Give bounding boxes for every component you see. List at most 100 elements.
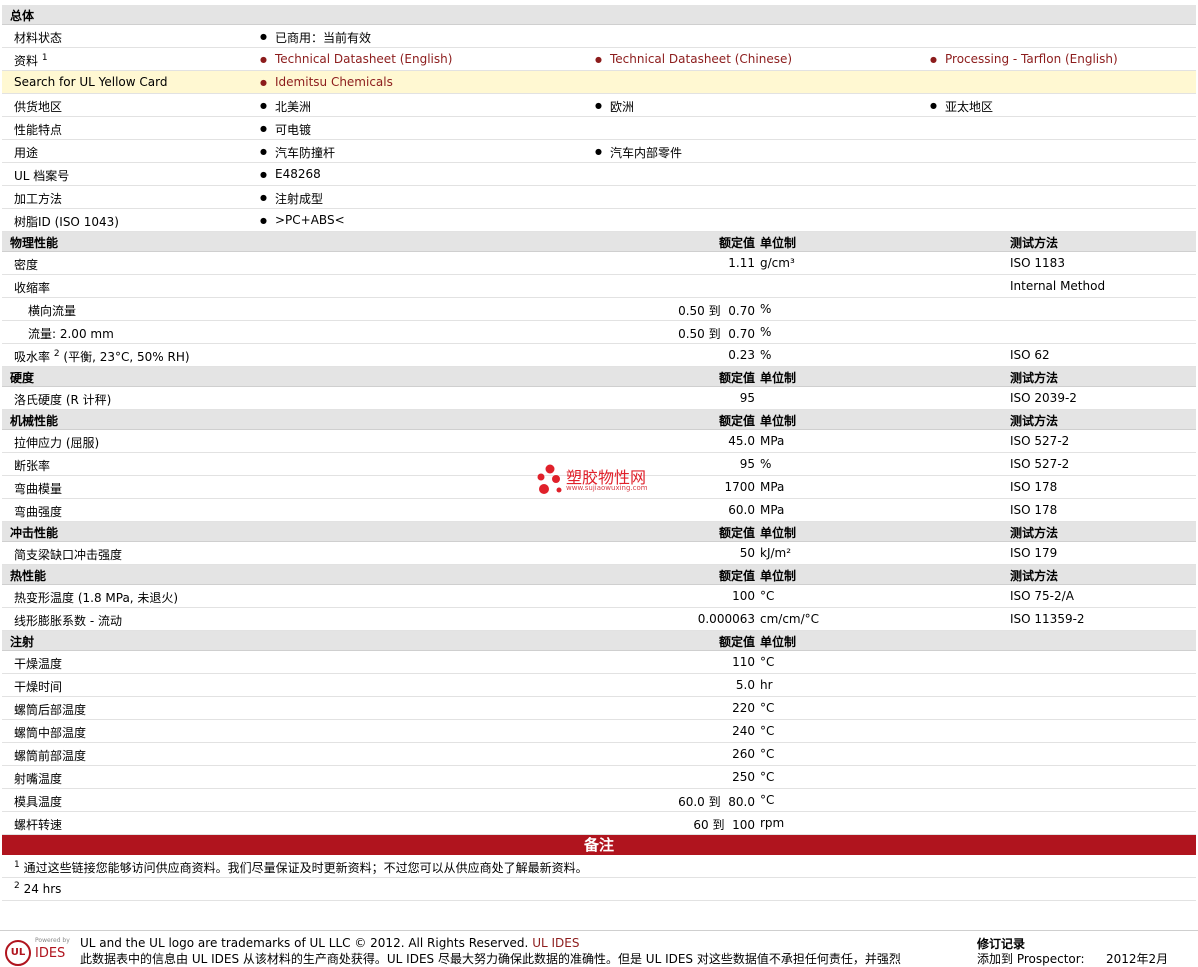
row-method: ISO 527-2 bbox=[1010, 457, 1070, 471]
header-nominal: 额定值 bbox=[718, 635, 755, 649]
section-title: 热性能 bbox=[10, 569, 47, 583]
row-label: 材料状态 bbox=[14, 31, 63, 45]
header-nominal: 额定值 bbox=[718, 414, 755, 428]
row-unit: kJ/m² bbox=[760, 546, 792, 560]
row-unit: cm/cm/°C bbox=[760, 612, 820, 626]
injection-row: 螺筒后部温度 220 °C bbox=[2, 697, 1196, 720]
injection-row: 模具温度 60.0 到 80.0 °C bbox=[2, 789, 1196, 812]
disclaimer-text: 此数据表中的信息由 UL IDES 从该材料的生产商处获得。UL IDES 尽最… bbox=[80, 952, 901, 966]
section-impact: 冲击性能 额定值 单位制 测试方法 bbox=[2, 522, 1196, 542]
datasheet: 总体 材料状态 已商用：当前有效 资料 1 Technical Datashee… bbox=[2, 5, 1196, 901]
row-label: 吸水率 2 (平衡, 23°C, 50% RH) bbox=[14, 349, 190, 365]
row-unit: hr bbox=[760, 678, 773, 692]
row-unit: °C bbox=[760, 747, 775, 761]
injection-row: 干燥时间 5.0 hr bbox=[2, 674, 1196, 697]
row-unit: % bbox=[760, 457, 772, 471]
row-hdt: 热变形温度 (1.8 MPa, 未退火) 100 °C ISO 75-2/A bbox=[2, 585, 1196, 608]
ul-ides-logo: Powered by UL IDES bbox=[5, 937, 75, 966]
row-label: 断张率 bbox=[14, 459, 51, 473]
row-method: ISO 62 bbox=[1010, 348, 1050, 362]
row-label: 线形膨胀系数 - 流动 bbox=[14, 614, 122, 628]
row-method: ISO 2039-2 bbox=[1010, 391, 1077, 405]
ul-logo-icon: UL bbox=[5, 940, 31, 966]
revision-date: 2012年2月 bbox=[1106, 952, 1169, 966]
row-label: 弯曲模量 bbox=[14, 482, 63, 496]
row-value: 汽车内部零件 bbox=[595, 144, 682, 161]
row-unit: % bbox=[760, 325, 772, 339]
footer: Powered by UL IDES UL and the UL logo ar… bbox=[0, 930, 1198, 966]
row-label: 干燥温度 bbox=[14, 657, 63, 671]
link-processing-english[interactable]: Processing - Tarflon (English) bbox=[930, 52, 1118, 66]
logo-ides: IDES bbox=[35, 946, 66, 961]
row-label: 横向流量 bbox=[28, 304, 77, 318]
row-label: 树脂ID (ISO 1043) bbox=[14, 215, 119, 229]
row-label: 干燥时间 bbox=[14, 680, 63, 694]
section-title: 冲击性能 bbox=[10, 526, 59, 540]
row-yellow-card: Search for UL Yellow Card Idemitsu Chemi… bbox=[2, 71, 1196, 94]
row-unit: °C bbox=[760, 724, 775, 738]
row-label: UL 档案号 bbox=[14, 169, 70, 183]
row-value: 250 bbox=[732, 770, 755, 784]
row-value: 95 bbox=[739, 457, 755, 471]
header-method: 测试方法 bbox=[1010, 526, 1059, 540]
row-label: 收缩率 bbox=[14, 281, 51, 295]
row-label: 螺筒中部温度 bbox=[14, 726, 87, 740]
row-unit: MPa bbox=[760, 480, 785, 494]
row-label: 螺筒前部温度 bbox=[14, 749, 87, 763]
section-title: 硬度 bbox=[10, 371, 35, 385]
link-idemitsu[interactable]: Idemitsu Chemicals bbox=[260, 75, 393, 89]
injection-row: 螺杆转速 60 到 100 rpm bbox=[2, 812, 1196, 835]
row-label: 弯曲强度 bbox=[14, 505, 63, 519]
row-label: 用途 bbox=[14, 146, 39, 160]
note-2: 2 24 hrs bbox=[2, 878, 1196, 901]
row-value: 60.0 bbox=[728, 503, 755, 517]
revision-added: 添加到 Prospector: bbox=[977, 952, 1085, 966]
header-unit: 单位制 bbox=[760, 414, 797, 428]
row-unit: rpm bbox=[760, 816, 785, 830]
section-physical: 物理性能 额定值 单位制 测试方法 bbox=[2, 232, 1196, 252]
row-resin-id: 树脂ID (ISO 1043) >PC+ABS< bbox=[2, 209, 1196, 232]
row-label: 热变形温度 (1.8 MPa, 未退火) bbox=[14, 591, 179, 605]
section-title: 机械性能 bbox=[10, 414, 59, 428]
row-method: Internal Method bbox=[1010, 279, 1106, 293]
note-text: 1 通过这些链接您能够访问供应商资料。我们尽量保证及时更新资料；不过您可以从供应… bbox=[14, 860, 588, 876]
header-unit: 单位制 bbox=[760, 569, 797, 583]
row-value: 110 bbox=[732, 655, 755, 669]
header-nominal: 额定值 bbox=[718, 236, 755, 250]
row-value: 1.11 bbox=[728, 256, 755, 270]
logo-powered: Powered by bbox=[35, 937, 70, 944]
row-label: 性能特点 bbox=[14, 123, 63, 137]
section-hardness: 硬度 额定值 单位制 测试方法 bbox=[2, 367, 1196, 387]
link-datasheet-chinese[interactable]: Technical Datasheet (Chinese) bbox=[595, 52, 792, 66]
link-datasheet-english[interactable]: Technical Datasheet (English) bbox=[260, 52, 452, 66]
header-nominal: 额定值 bbox=[718, 569, 755, 583]
header-nominal: 额定值 bbox=[718, 526, 755, 540]
row-label: 螺筒后部温度 bbox=[14, 703, 87, 717]
row-method: ISO 11359-2 bbox=[1010, 612, 1085, 626]
watermark-url: www.sujiaowuxing.com bbox=[566, 484, 648, 492]
row-value: 100 bbox=[732, 589, 755, 603]
injection-rows: 干燥温度 110 °C 干燥时间 5.0 hr 螺筒后部温度 220 °C 螺筒中部温度 240 °C… bbox=[2, 651, 1196, 835]
row-unit: g/cm³ bbox=[760, 256, 795, 270]
header-method: 测试方法 bbox=[1010, 569, 1059, 583]
row-method: ISO 75-2/A bbox=[1010, 589, 1074, 603]
row-method: ISO 178 bbox=[1010, 503, 1058, 517]
row-label: 螺杆转速 bbox=[14, 818, 63, 832]
row-shrinkage-td: 横向流量 0.50 到 0.70 % bbox=[2, 298, 1196, 321]
row-charpy: 简支梁缺口冲击强度 50 kJ/m² ISO 179 bbox=[2, 542, 1196, 565]
row-method: ISO 527-2 bbox=[1010, 434, 1070, 448]
header-unit: 单位制 bbox=[760, 526, 797, 540]
row-label: 供货地区 bbox=[14, 100, 63, 114]
row-value: 95 bbox=[739, 391, 755, 405]
row-label: 密度 bbox=[14, 258, 39, 272]
row-value-range: 0.50 到 0.70 bbox=[678, 327, 755, 341]
row-value: >PC+ABS< bbox=[260, 213, 345, 227]
section-thermal: 热性能 额定值 单位制 测试方法 bbox=[2, 565, 1196, 585]
section-injection: 注射 额定值 单位制 bbox=[2, 631, 1196, 651]
row-value: 0.23 bbox=[728, 348, 755, 362]
section-general: 总体 bbox=[2, 5, 1196, 25]
row-ul-file: UL 档案号 E48268 bbox=[2, 163, 1196, 186]
watermark: 塑胶物性网 www.sujiaowuxing.com bbox=[536, 464, 648, 499]
ul-ides-link[interactable]: UL IDES bbox=[532, 936, 579, 950]
injection-row: 螺筒前部温度 260 °C bbox=[2, 743, 1196, 766]
